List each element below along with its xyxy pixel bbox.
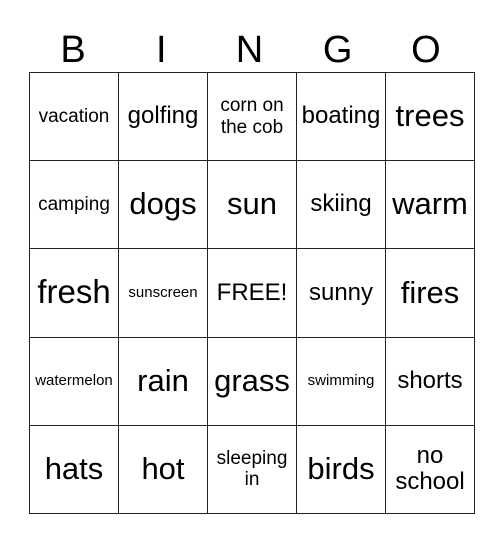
bingo-cell-b-1[interactable]: vacation bbox=[29, 71, 119, 162]
bingo-row: camping dogs sun skiing warm bbox=[29, 160, 475, 250]
bingo-cell-i-3[interactable]: sunscreen bbox=[118, 248, 208, 338]
free-space-cell[interactable]: FREE! bbox=[207, 248, 297, 338]
bingo-cell-n-5[interactable]: sleeping in bbox=[207, 424, 297, 515]
bingo-cell-n-2[interactable]: sun bbox=[207, 160, 297, 250]
header-letter-i: I bbox=[156, 29, 167, 71]
bingo-row: watermelon rain grass swimming shorts bbox=[29, 336, 475, 426]
bingo-cell-i-4[interactable]: rain bbox=[118, 336, 208, 426]
header-letter-g: G bbox=[322, 29, 353, 71]
bingo-card-grid: vacation golfing corn on the cob boating tre… bbox=[29, 71, 475, 515]
bingo-row: fresh sunscreen FREE! sunny fires bbox=[29, 248, 475, 338]
bingo-cell-b-5[interactable]: hats bbox=[29, 424, 119, 515]
bingo-cell-n-1[interactable]: corn on the cob bbox=[207, 71, 297, 162]
bingo-row: vacation golfing corn on the cob boating tre… bbox=[29, 71, 475, 162]
header-letter-o: O bbox=[411, 29, 441, 71]
bingo-cell-n-4[interactable]: grass bbox=[207, 336, 297, 426]
header-letter-n: N bbox=[235, 29, 264, 71]
bingo-cell-g-5[interactable]: birds bbox=[296, 424, 386, 515]
bingo-cell-i-5[interactable]: hot bbox=[118, 424, 208, 515]
bingo-row: hats hot sleeping in birds no school bbox=[29, 424, 475, 515]
bingo-cell-o-3[interactable]: fires bbox=[385, 248, 475, 338]
bingo-cell-g-1[interactable]: boating bbox=[296, 71, 386, 162]
bingo-cell-g-2[interactable]: skiing bbox=[296, 160, 386, 250]
bingo-cell-g-4[interactable]: swimming bbox=[296, 336, 386, 426]
bingo-cell-b-2[interactable]: camping bbox=[29, 160, 119, 250]
bingo-cell-g-3[interactable]: sunny bbox=[296, 248, 386, 338]
bingo-header: B I N G O bbox=[29, 28, 470, 72]
bingo-cell-o-4[interactable]: shorts bbox=[385, 336, 475, 426]
bingo-cell-o-1[interactable]: trees bbox=[385, 71, 475, 162]
bingo-cell-b-3[interactable]: fresh bbox=[29, 248, 119, 338]
bingo-cell-o-5[interactable]: no school bbox=[385, 424, 475, 515]
bingo-cell-i-2[interactable]: dogs bbox=[118, 160, 208, 250]
bingo-cell-o-2[interactable]: warm bbox=[385, 160, 475, 250]
header-letter-b: B bbox=[60, 29, 86, 71]
bingo-cell-i-1[interactable]: golfing bbox=[118, 71, 208, 162]
bingo-cell-b-4[interactable]: watermelon bbox=[29, 336, 119, 426]
